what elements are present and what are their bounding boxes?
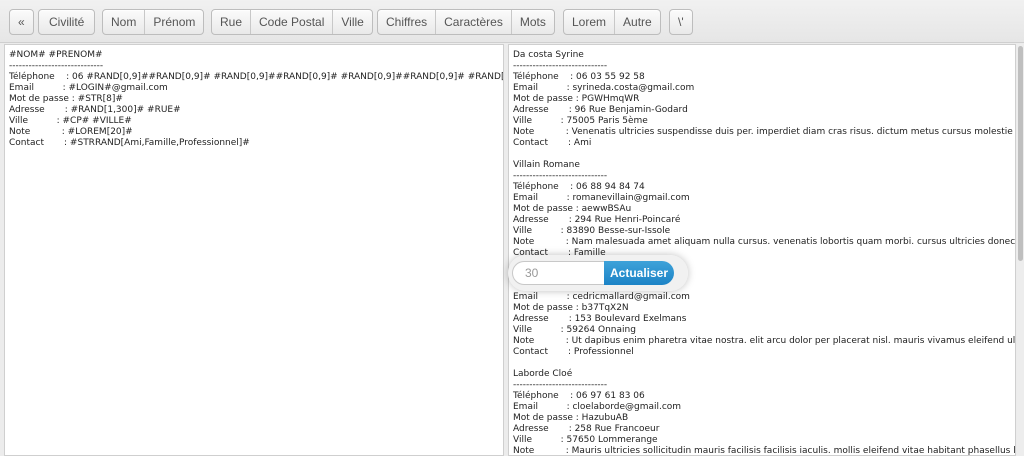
output-line: Villain Romane: [513, 160, 580, 170]
template-line: Email : #LOGIN#@gmail.com: [9, 83, 168, 93]
output-line: Téléphone : 06 97 61 83 06: [513, 391, 645, 401]
output-line: Téléphone : 06 03 55 92 58: [513, 72, 645, 82]
output-line: Ville : 83890 Besse-sur-Issole: [513, 226, 671, 236]
template-editor[interactable]: #NOM# #PRENOM# --------------------------…: [4, 44, 504, 456]
toolbar-group-misc: Lorem Autre: [563, 9, 661, 35]
toolbar-group-address: Rue Code Postal Ville: [211, 9, 373, 35]
ville-button[interactable]: Ville: [332, 10, 371, 34]
template-line: Mot de passe : #STR[8]#: [9, 94, 123, 104]
output-line: Da costa Syrine: [513, 50, 584, 60]
template-line: Contact : #STRRAND[Ami,Famille,Professio…: [9, 138, 250, 148]
output-line: Ville : 57650 Lommerange: [513, 435, 658, 445]
template-line: Note : #LOREM[20]#: [9, 127, 133, 137]
caracteres-button[interactable]: Caractères: [435, 10, 511, 34]
autre-button[interactable]: Autre: [614, 10, 660, 34]
output-line: -----------------------------: [513, 171, 608, 181]
escape-quote-button[interactable]: \': [670, 10, 692, 34]
output-line: Mot de passe : PGWHmqWR: [513, 94, 640, 104]
scrollbar-thumb[interactable]: [1018, 46, 1023, 261]
prenom-button[interactable]: Prénom: [144, 10, 203, 34]
output-line: Email : cedricmallard@gmail.com: [513, 292, 690, 302]
output-panel[interactable]: Da costa Syrine -------------------------…: [508, 44, 1016, 456]
nom-button[interactable]: Nom: [103, 10, 144, 34]
output-line: Email : romanevillain@gmail.com: [513, 193, 690, 203]
output-text: Da costa Syrine -------------------------…: [509, 45, 1016, 456]
rue-button[interactable]: Rue: [212, 10, 250, 34]
toolbar-group-name: Nom Prénom: [102, 9, 205, 35]
mots-button[interactable]: Mots: [510, 10, 554, 34]
output-line: Adresse : 96 Rue Benjamin-Godard: [513, 105, 688, 115]
output-scrollbar[interactable]: [1017, 44, 1024, 456]
output-line: Téléphone : 06 88 94 84 74: [513, 182, 645, 192]
template-line: -----------------------------: [9, 61, 104, 71]
output-line: Email : cloelaborde@gmail.com: [513, 402, 682, 412]
lorem-button[interactable]: Lorem: [564, 10, 614, 34]
output-line: Laborde Cloé: [513, 369, 573, 379]
template-line: Adresse : #RAND[1,300]# #RUE#: [9, 105, 181, 115]
refresh-button[interactable]: Actualiser: [604, 261, 674, 285]
toolbar-group-escape: \': [669, 9, 693, 35]
output-line: -----------------------------: [513, 380, 608, 390]
output-line: Ville : 59264 Onnaing: [513, 325, 636, 335]
output-line: Adresse : 153 Boulevard Exelmans: [513, 314, 687, 324]
output-line: Ville : 75005 Paris 5ème: [513, 116, 648, 126]
output-line: Mot de passe : b37TqX2N: [513, 303, 629, 313]
toolbar-group-civility: Civilité: [38, 9, 96, 35]
output-line: Adresse : 258 Rue Francoeur: [513, 424, 660, 434]
chiffres-button[interactable]: Chiffres: [378, 10, 435, 34]
template-line: #NOM# #PRENOM#: [9, 50, 103, 60]
output-line: Note : Ut dapibus enim pharetra vitae no…: [513, 336, 1016, 346]
count-input[interactable]: [512, 261, 604, 285]
toolbar: « Civilité Nom Prénom Rue Code Postal Vi…: [0, 0, 1024, 43]
toolbar-group-collapse: «: [9, 9, 34, 35]
output-line: Note : Mauris ultricies sollicitudin mau…: [513, 446, 1016, 456]
output-line: Mot de passe : HazubuAB: [513, 413, 629, 423]
output-line: Email : syrineda.costa@gmail.com: [513, 83, 695, 93]
refresh-overlay: Actualiser: [508, 255, 688, 291]
template-line: Téléphone : 06 #RAND[0,9]##RAND[0,9]# #R…: [9, 72, 503, 82]
toolbar-group-chars: Chiffres Caractères Mots: [377, 9, 555, 35]
output-line: Note : Venenatis ultricies suspendisse d…: [513, 127, 1016, 137]
template-text[interactable]: #NOM# #PRENOM# --------------------------…: [5, 45, 503, 149]
output-line: Note : Nam malesuada amet aliquam nulla …: [513, 237, 1016, 247]
output-line: -----------------------------: [513, 61, 608, 71]
output-line: Contact : Ami: [513, 138, 592, 148]
output-line: Adresse : 294 Rue Henri-Poincaré: [513, 215, 681, 225]
code-postal-button[interactable]: Code Postal: [250, 10, 332, 34]
output-line: Mot de passe : aewwBSAu: [513, 204, 632, 214]
template-line: Ville : #CP# #VILLE#: [9, 116, 132, 126]
output-line: Contact : Professionnel: [513, 347, 634, 357]
collapse-button[interactable]: «: [10, 10, 33, 34]
civilite-button[interactable]: Civilité: [39, 10, 94, 34]
